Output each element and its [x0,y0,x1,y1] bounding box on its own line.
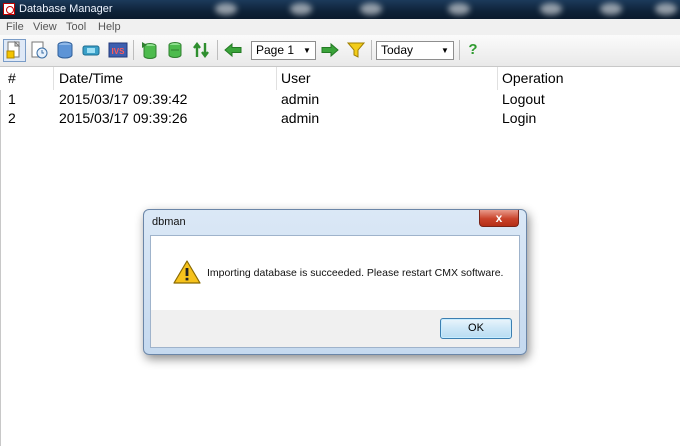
close-icon: x [495,211,503,225]
dialog-message: Importing database is succeeded. Please … [207,267,504,279]
menu-bar: File View Tool Help [0,19,680,35]
next-page-arrow-icon[interactable] [320,40,340,60]
database-icon[interactable] [165,40,185,60]
toolbar: IVS Page 1 ▼ Today ▼ ? [0,35,680,67]
table-row[interactable]: 2 2015/03/17 09:39:26 admin Login [0,109,680,128]
svg-text:IVS: IVS [112,47,126,56]
column-header-datetime[interactable]: Date/Time [59,67,123,90]
menu-file[interactable]: File [6,19,24,35]
cell-operation: Login [502,110,537,126]
column-header-user[interactable]: User [281,67,311,90]
menu-view[interactable]: View [33,19,57,35]
window-title: Database Manager [19,3,113,15]
menu-tool[interactable]: Tool [66,19,86,35]
media-card-icon[interactable] [81,40,101,60]
table-row[interactable]: 1 2015/03/17 09:39:42 admin Logout [0,90,680,109]
cell-datetime: 2015/03/17 09:39:42 [59,91,188,107]
page-select-value: Page 1 [256,43,295,57]
column-header-number[interactable]: # [8,67,16,90]
page-select[interactable]: Page 1 ▼ [251,41,316,60]
column-header-operation[interactable]: Operation [502,67,563,90]
ivs-icon[interactable]: IVS [108,40,128,60]
window-title-bar: Database Manager [0,0,680,19]
warning-icon [173,259,201,285]
database-export-icon[interactable] [55,40,75,60]
cell-operation: Logout [502,91,545,107]
table-header: # Date/Time User Operation [0,67,680,90]
date-range-value: Today [381,43,414,57]
chevron-down-icon: ▼ [441,46,449,55]
new-document-icon[interactable] [3,39,26,62]
dialog-footer: OK [151,310,519,347]
menu-help[interactable]: Help [98,19,121,35]
database-import-icon[interactable] [139,40,159,60]
dialog-body: Importing database is succeeded. Please … [150,235,520,348]
message-dialog: dbman x Importing database is succeeded.… [143,209,527,355]
filter-icon[interactable] [346,40,366,60]
ok-button[interactable]: OK [440,318,512,339]
cell-user: admin [281,91,320,107]
help-icon[interactable]: ? [463,40,483,60]
document-clock-icon[interactable] [29,40,49,60]
cell-datetime: 2015/03/17 09:39:26 [59,110,188,126]
previous-page-arrow-icon[interactable] [223,40,243,60]
cell-user: admin [281,110,320,126]
chevron-down-icon: ▼ [303,46,311,55]
dialog-title: dbman [152,216,186,228]
sync-arrows-icon[interactable] [191,40,211,60]
app-icon [3,3,15,15]
close-button[interactable]: x [479,210,519,227]
cell-number: 2 [8,110,16,126]
date-range-select[interactable]: Today ▼ [376,41,454,60]
cell-number: 1 [8,91,16,107]
